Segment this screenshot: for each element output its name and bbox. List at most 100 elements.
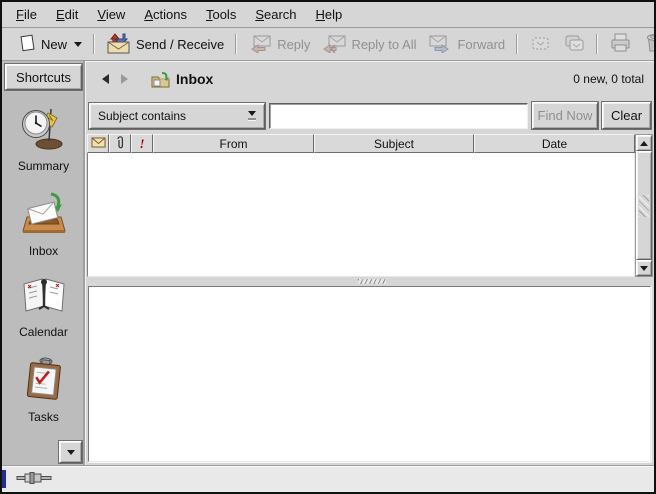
column-attachment[interactable]	[109, 134, 131, 153]
message-list-body[interactable]	[87, 153, 635, 277]
sidebar-item-label: Tasks	[28, 410, 59, 424]
message-list-columns: ! From Subject Date	[87, 134, 635, 277]
forward-nav-button[interactable]	[115, 70, 134, 88]
menu-tools[interactable]: Tools	[205, 5, 237, 24]
column-message-status[interactable]	[87, 134, 109, 153]
main-pane: Inbox 0 new, 0 total Subject contains Fi…	[86, 61, 654, 465]
scrollbar-thumb[interactable]	[636, 151, 652, 260]
new-button-label: New	[41, 37, 67, 52]
scroll-up-button[interactable]	[636, 135, 652, 151]
statusbar	[2, 465, 654, 492]
sidebar-item-summary[interactable]: Summary	[18, 107, 69, 173]
activity-indicator	[2, 470, 6, 488]
new-mail-icon	[18, 33, 36, 56]
send-receive-label: Send / Receive	[136, 37, 224, 52]
inbox-tray-icon	[20, 190, 68, 239]
search-criteria-dropdown[interactable]: Subject contains	[89, 103, 265, 129]
move-to-folder-icon	[529, 33, 551, 56]
reply-to-all-button[interactable]: Reply to All	[316, 29, 422, 60]
message-list: ! From Subject Date	[86, 134, 654, 277]
inbox-folder-icon	[150, 71, 170, 88]
column-from[interactable]: From	[153, 134, 314, 153]
message-list-header: ! From Subject Date	[87, 134, 635, 153]
menubar: File Edit View Actions Tools Search Help	[2, 2, 654, 28]
folder-title: Inbox	[176, 71, 213, 87]
move-to-folder-button[interactable]	[523, 29, 557, 60]
reply-to-all-label: Reply to All	[351, 37, 416, 52]
message-status-icon	[91, 137, 106, 151]
sidebar-item-tasks[interactable]: Tasks	[22, 356, 66, 424]
copy-to-folder-button[interactable]	[557, 29, 591, 60]
forward-arrow-icon	[121, 74, 128, 84]
message-preview-pane	[88, 286, 651, 462]
menu-help[interactable]: Help	[315, 5, 344, 24]
sidebar-item-label: Calendar	[19, 325, 68, 339]
shortcuts-sidebar: Shortcuts	[2, 61, 86, 465]
online-plug-icon[interactable]	[16, 471, 56, 488]
sidebar-item-calendar[interactable]: Calendar	[19, 275, 69, 339]
column-important[interactable]: !	[131, 134, 153, 153]
toolbar-separator	[596, 34, 598, 54]
tasks-clipboard-icon	[22, 356, 66, 405]
sidebar-item-inbox[interactable]: Inbox	[20, 190, 68, 258]
shortcuts-button[interactable]: Shortcuts	[5, 64, 82, 90]
new-button[interactable]: New	[12, 29, 88, 60]
send-receive-icon	[106, 32, 131, 57]
chevron-down-icon	[248, 111, 256, 116]
menu-actions[interactable]: Actions	[143, 5, 188, 24]
calendar-book-icon	[19, 275, 69, 320]
search-bar: Subject contains Find Now Clear	[86, 97, 654, 134]
shortcuts-scroll-down-button[interactable]	[59, 441, 82, 463]
chevron-down-icon	[74, 42, 82, 47]
search-input[interactable]	[269, 103, 528, 129]
scroll-down-button[interactable]	[636, 260, 652, 276]
reply-button[interactable]: Reply	[242, 29, 316, 60]
menu-edit[interactable]: Edit	[55, 5, 79, 24]
sidebar-item-label: Summary	[18, 159, 69, 173]
folder-header: Inbox 0 new, 0 total	[86, 61, 654, 97]
menu-search[interactable]: Search	[254, 5, 297, 24]
toolbar-separator	[516, 34, 518, 54]
shortcuts-button-label: Shortcuts	[16, 70, 71, 85]
forward-label: Forward	[457, 37, 505, 52]
arrow-down-icon	[640, 266, 648, 271]
column-subject-label: Subject	[374, 137, 414, 151]
column-from-label: From	[220, 137, 248, 151]
forward-button[interactable]: Forward	[422, 29, 511, 60]
scrollbar-grip	[639, 195, 649, 217]
reply-label: Reply	[277, 37, 310, 52]
summary-clock-icon	[20, 107, 68, 154]
evolution-window: File Edit View Actions Tools Search Help…	[0, 0, 656, 494]
clear-button[interactable]: Clear	[602, 102, 651, 129]
splitter-grip-icon[interactable]	[358, 279, 386, 284]
content-area: Shortcuts	[2, 61, 654, 465]
menu-file[interactable]: File	[15, 5, 38, 24]
pane-splitter[interactable]	[86, 277, 654, 286]
sidebar-item-label: Inbox	[29, 244, 58, 258]
menu-view[interactable]: View	[96, 5, 126, 24]
back-button[interactable]	[96, 70, 115, 88]
dropdown-indicator	[242, 106, 262, 126]
column-date-label: Date	[542, 137, 567, 151]
send-receive-button[interactable]: Send / Receive	[100, 28, 230, 61]
reply-icon	[248, 33, 272, 56]
delete-button[interactable]	[638, 28, 656, 60]
toolbar-separator	[93, 34, 95, 54]
search-criteria-value: Subject contains	[98, 109, 242, 123]
column-date[interactable]: Date	[474, 134, 635, 153]
important-icon: !	[139, 136, 144, 152]
toolbar: New Send / Receive	[2, 28, 654, 61]
dropdown-indicator-bar	[248, 118, 256, 120]
folder-message-counts: 0 new, 0 total	[573, 72, 644, 86]
toolbar-separator	[235, 34, 237, 54]
arrow-up-icon	[640, 141, 648, 146]
back-arrow-icon	[102, 74, 109, 84]
column-subject[interactable]: Subject	[314, 134, 474, 153]
find-now-button[interactable]: Find Now	[532, 102, 598, 129]
print-button[interactable]	[603, 28, 638, 60]
clear-label: Clear	[611, 108, 642, 123]
message-list-scrollbar	[635, 134, 653, 277]
shortcut-list: Summary	[2, 93, 85, 424]
forward-icon	[428, 33, 452, 56]
find-now-label: Find Now	[538, 108, 593, 123]
